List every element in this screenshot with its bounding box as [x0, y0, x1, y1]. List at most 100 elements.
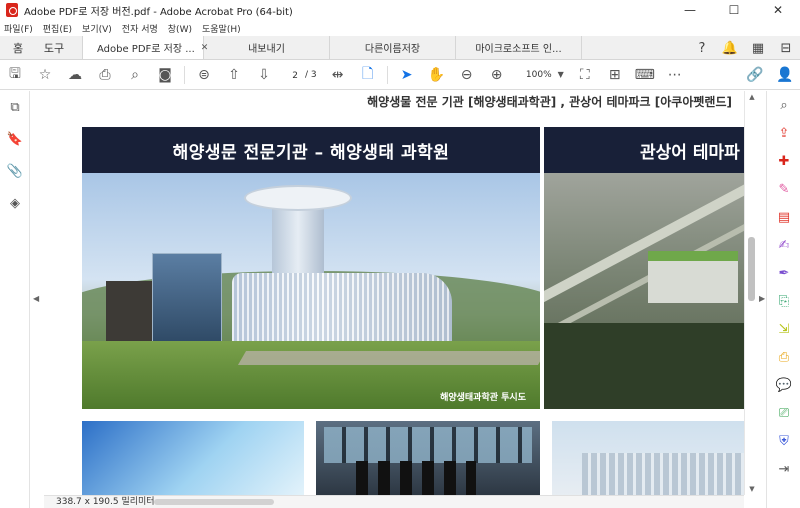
- compress-icon[interactable]: ⇲: [767, 315, 800, 343]
- tab-tools[interactable]: 도구: [36, 36, 72, 59]
- more-options-icon[interactable]: ⋯: [660, 60, 690, 90]
- left-navigation-rail: ⧉ 🔖 📎 ◈: [0, 91, 30, 508]
- scrollbar-thumb[interactable]: [748, 237, 755, 301]
- menu-window[interactable]: 창(W): [168, 22, 192, 35]
- vertical-scrollbar[interactable]: ▲ ▼: [744, 91, 758, 495]
- find-icon[interactable]: ⌕: [120, 60, 150, 90]
- zoom-level[interactable]: 100%: [512, 70, 552, 80]
- create-pdf-icon[interactable]: ✚: [767, 147, 800, 175]
- share-link-icon[interactable]: 🔗: [740, 60, 770, 90]
- bell-icon[interactable]: 🔔: [716, 36, 744, 60]
- aquarium-exhibit-photo: [316, 421, 540, 495]
- walkway: [237, 351, 540, 365]
- minimize-button[interactable]: —: [668, 0, 712, 20]
- help-icon[interactable]: ?: [688, 36, 716, 60]
- building-tower-stem: [272, 205, 324, 275]
- toolbar-divider: [184, 65, 185, 84]
- collapse-left-panel-icon[interactable]: ◀: [33, 294, 39, 303]
- title-bar: Adobe PDF로 저장 버전.pdf - Adobe Acrobat Pro…: [0, 0, 800, 20]
- science-center-rendering: 해양생태과학관 투시도: [82, 173, 540, 409]
- page-view-icon[interactable]: 🗋: [353, 60, 383, 90]
- building-facade: [232, 273, 452, 345]
- building-complex: [582, 453, 744, 495]
- organize-pages-icon[interactable]: ▤: [767, 203, 800, 231]
- screenshot-icon[interactable]: ◙: [150, 60, 180, 90]
- aqua-theme-park-panel: 관상어 테마파: [544, 127, 744, 409]
- tab-document-label: Adobe PDF로 저장 ...: [97, 44, 195, 55]
- menu-edit[interactable]: 편집(E): [43, 22, 72, 35]
- close-window-button[interactable]: ✕: [756, 0, 800, 20]
- attachments-icon[interactable]: 📎: [0, 155, 30, 187]
- more-tools-icon[interactable]: ⇥: [767, 455, 800, 483]
- tab-document-active[interactable]: Adobe PDF로 저장 ... ✕: [82, 36, 208, 59]
- print-icon[interactable]: ⎙: [90, 60, 120, 90]
- tab-bar: 홈 도구 Adobe PDF로 저장 ... ✕ 내보내기 다른이름저장 마이크…: [0, 36, 800, 60]
- header-icons: ? 🔔 ▦ ⊟: [688, 36, 800, 60]
- print-production-icon[interactable]: ⎚: [767, 399, 800, 427]
- page-display-icon[interactable]: ⊞: [600, 60, 630, 90]
- menu-file[interactable]: 파일(F): [4, 22, 33, 35]
- tab-home[interactable]: 홈: [0, 36, 36, 59]
- menu-bar: 파일(F) 편집(E) 보기(V) 전자 서명 창(W) 도움말(H): [0, 20, 800, 36]
- export-pdf-icon[interactable]: ⇪: [767, 119, 800, 147]
- document-viewport[interactable]: 해양생물 전문 기관 [해양생태과학관] , 관상어 테마파크 [아쿠아펫랜드]…: [44, 91, 744, 495]
- toolbar-divider: [386, 65, 388, 84]
- next-page-icon[interactable]: ⇩: [249, 60, 279, 90]
- building-disc-roof: [244, 185, 352, 211]
- molecule-photo: [82, 421, 304, 495]
- page-total: / 3: [305, 69, 317, 80]
- previous-page-icon[interactable]: ⇧: [219, 60, 249, 90]
- zoom-dropdown-icon[interactable]: ▼: [558, 70, 564, 79]
- menu-e-sign[interactable]: 전자 서명: [122, 22, 158, 35]
- aerial-field: [544, 323, 744, 409]
- upload-cloud-icon[interactable]: ☁: [60, 60, 90, 90]
- maximize-button[interactable]: ☐: [712, 0, 756, 20]
- rendering-caption: 해양생태과학관 투시도: [440, 393, 526, 403]
- right-tools-rail: ⌕ ⇪ ✚ ✎ ▤ ✍ ✒ ⎘ ⇲ ⎙ 💬 ⎚ ⛨ ⇥: [766, 91, 800, 508]
- toolbar: 🖫 ☆ ☁ ⎙ ⌕ ◙ ⊜ ⇧ ⇩ 2 / 3 ⇹ 🗋 ➤ ✋ ⊖ ⊕ 100%…: [0, 60, 800, 90]
- aqua-park-aerial-view: [544, 172, 744, 409]
- window-title: Adobe PDF로 저장 버전.pdf - Adobe Acrobat Pro…: [24, 6, 293, 18]
- keyboard-icon[interactable]: ⌨: [630, 60, 660, 90]
- fit-width-icon[interactable]: ⇹: [323, 60, 353, 90]
- save-icon[interactable]: 🖫: [0, 60, 30, 90]
- select-cursor-icon[interactable]: ➤: [392, 60, 422, 90]
- share-user-icon[interactable]: 👤: [770, 60, 800, 90]
- comment-icon[interactable]: 💬: [767, 371, 800, 399]
- layers-icon[interactable]: ◈: [0, 187, 30, 219]
- page-thumbnails-icon[interactable]: ⧉: [0, 91, 30, 123]
- zoom-in-icon[interactable]: ⊕: [482, 60, 512, 90]
- menu-view[interactable]: 보기(V): [82, 22, 112, 35]
- menu-help[interactable]: 도움말(H): [202, 22, 241, 35]
- scroll-down-icon[interactable]: ▼: [745, 483, 759, 495]
- fill-sign-icon[interactable]: ✍: [767, 231, 800, 259]
- sign-icon[interactable]: ✒: [767, 259, 800, 287]
- fit-page-icon[interactable]: ⛶: [570, 60, 600, 90]
- science-center-panel: 해양생문 전문기관 – 해양생태 과학원 해양생태과학관 투시도: [82, 127, 540, 409]
- protect-icon[interactable]: ⛨: [767, 427, 800, 455]
- search-zoom-icon[interactable]: ⌕: [767, 91, 800, 119]
- send-review-icon[interactable]: ⎘: [767, 287, 800, 315]
- scroll-mode-icon[interactable]: ⊜: [189, 60, 219, 90]
- scroll-up-icon[interactable]: ▲: [745, 91, 759, 103]
- tab-microsoft[interactable]: 마이크로소프트 인...: [456, 36, 582, 59]
- bookmarks-icon[interactable]: 🔖: [0, 123, 30, 155]
- stamp-icon[interactable]: ⎙: [767, 343, 800, 371]
- edit-pdf-icon[interactable]: ✎: [767, 175, 800, 203]
- tab-export[interactable]: 내보내기: [204, 36, 330, 59]
- hand-tool-icon[interactable]: ✋: [422, 60, 452, 90]
- building-glass-tower: [152, 253, 222, 343]
- apps-grid-icon[interactable]: ▦: [744, 36, 772, 60]
- aqua-theme-park-title: 관상어 테마파: [640, 142, 740, 163]
- acrobat-logo-icon: [6, 3, 18, 17]
- zoom-out-icon[interactable]: ⊖: [452, 60, 482, 90]
- tab-save-as[interactable]: 다른이름저장: [330, 36, 456, 59]
- collapse-right-panel-icon[interactable]: ▶: [759, 294, 765, 303]
- close-tab-icon[interactable]: ✕: [201, 43, 209, 53]
- page-number-input[interactable]: 2: [279, 66, 303, 84]
- status-bar: 338.7 x 190.5 밀리미터: [44, 495, 744, 508]
- aquarium-tanks: [324, 427, 532, 463]
- sign-in-icon[interactable]: ⊟: [772, 36, 800, 60]
- horizontal-scrollbar-thumb[interactable]: [154, 499, 274, 505]
- bookmark-star-icon[interactable]: ☆: [30, 60, 60, 90]
